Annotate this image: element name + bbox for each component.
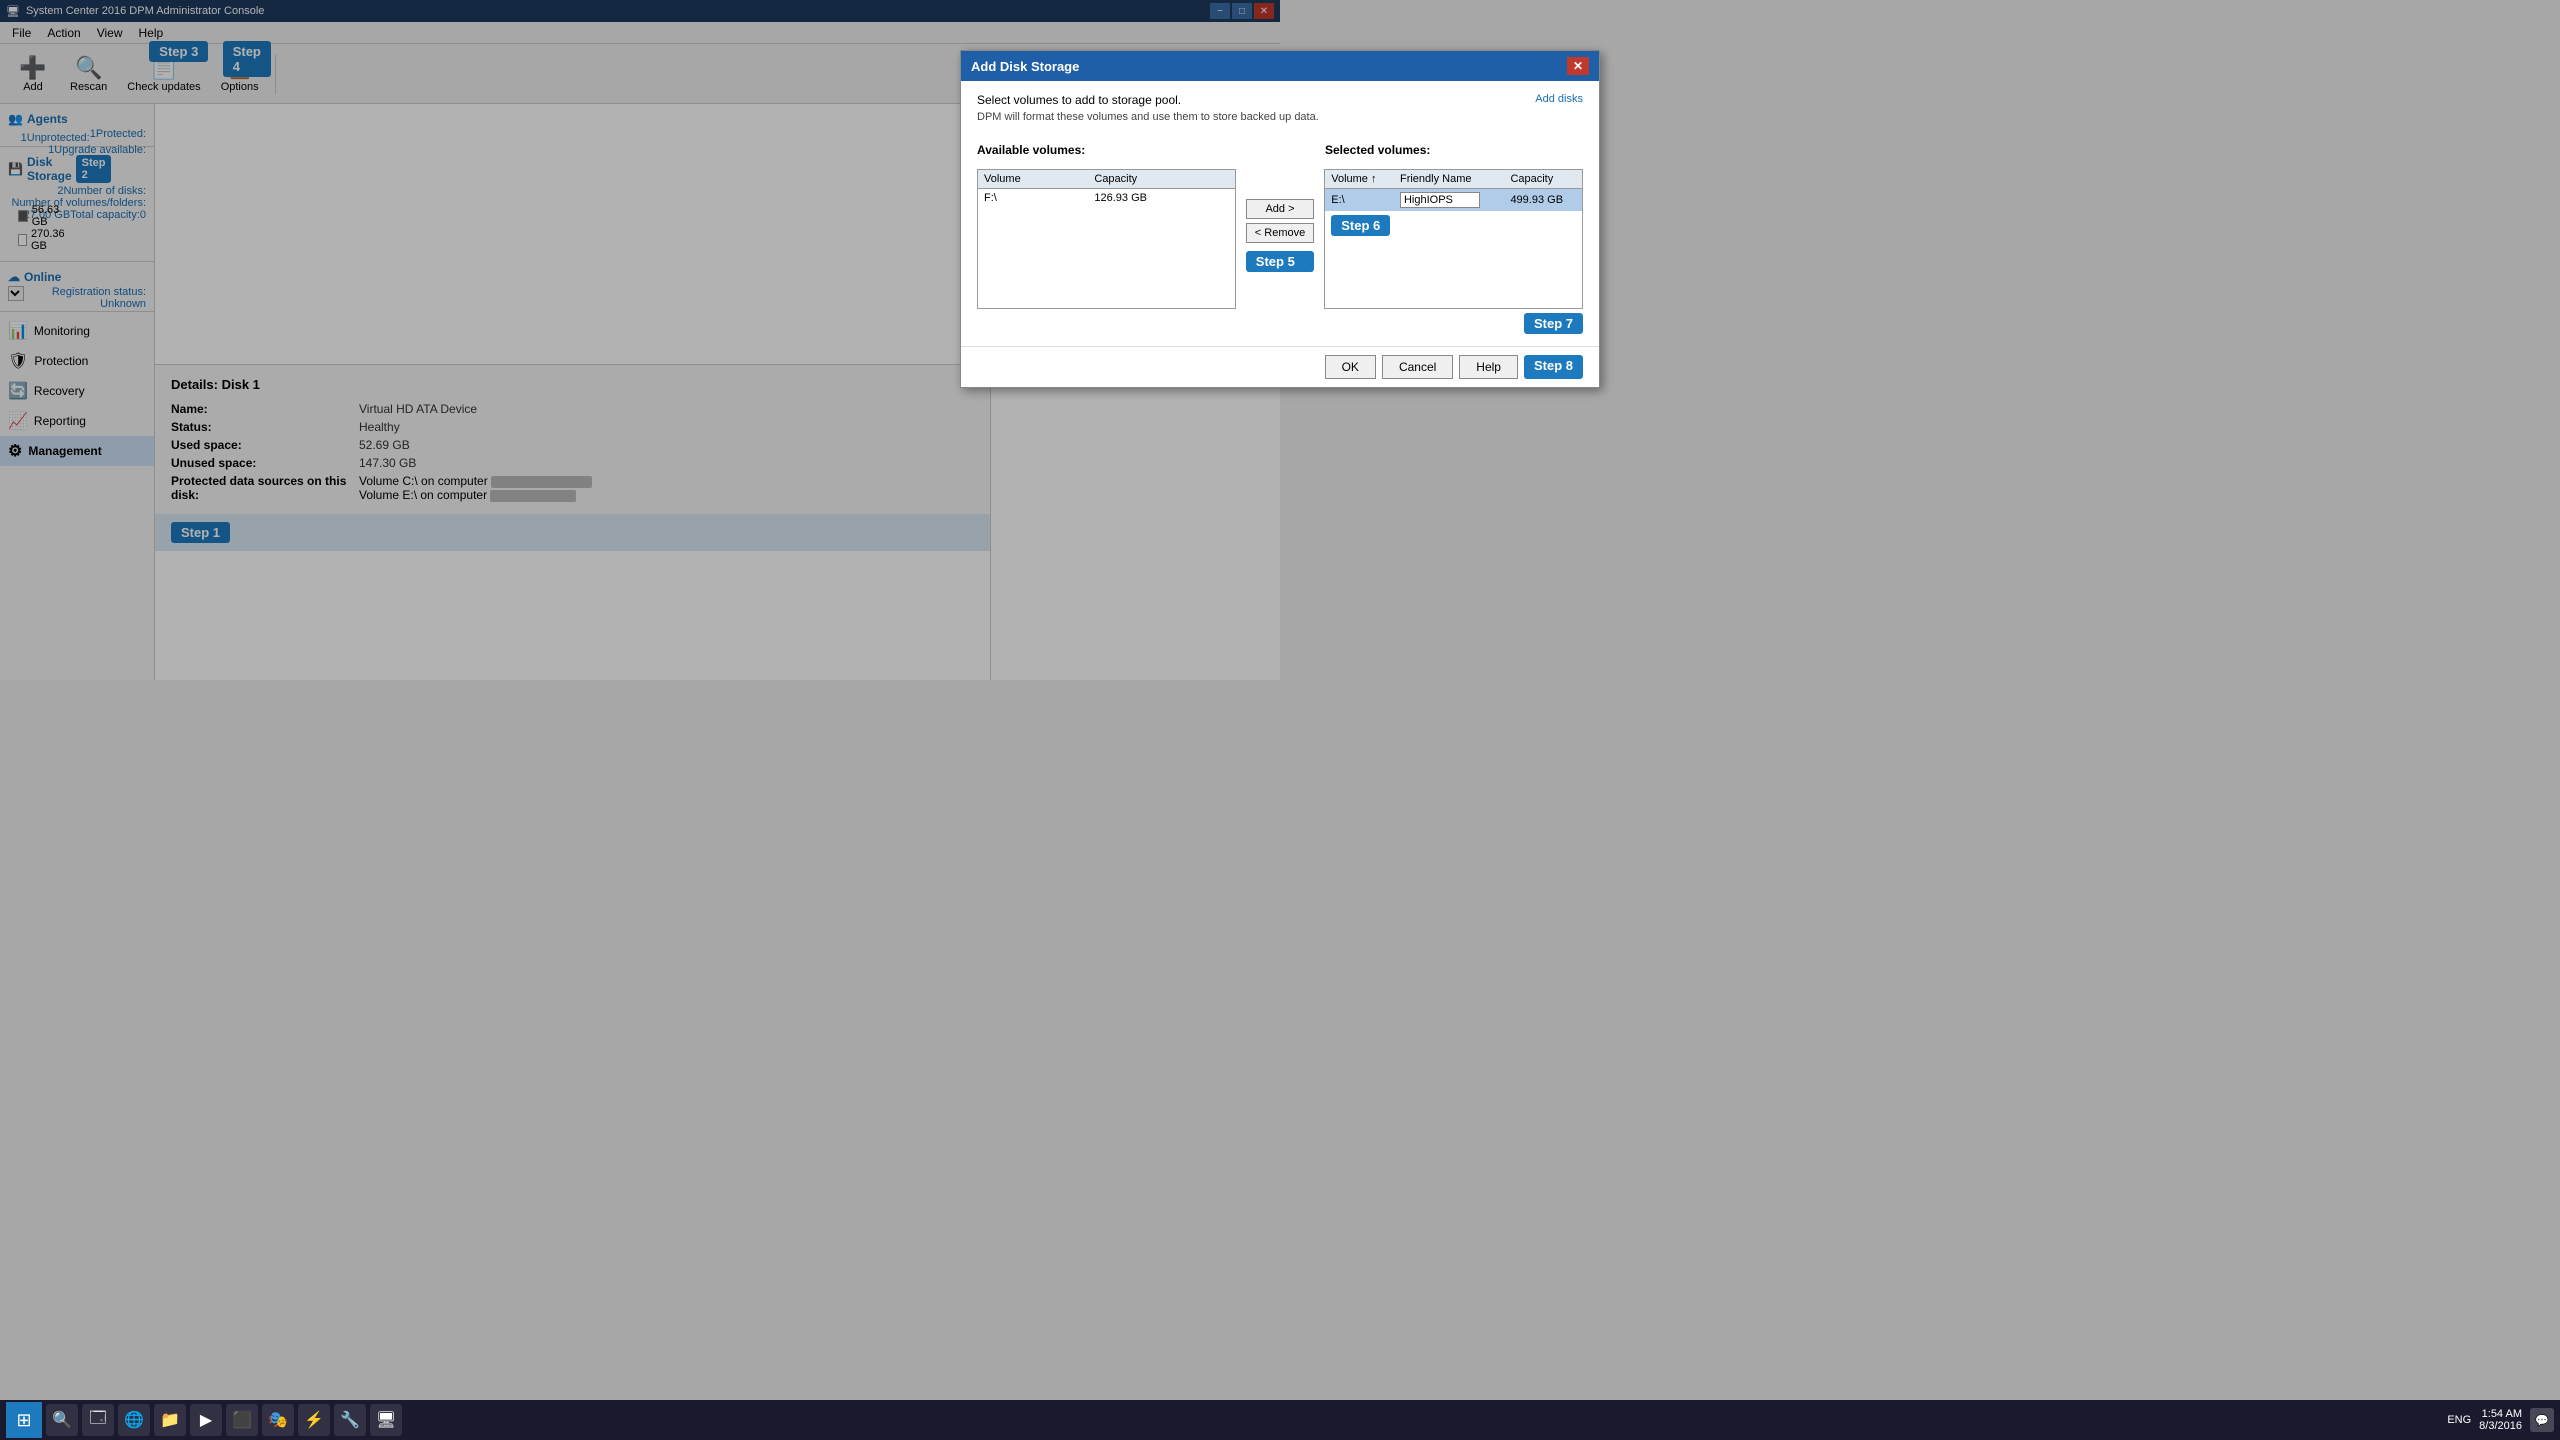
app-icon-2[interactable]: ⚡	[298, 1404, 330, 1436]
remove-volume-button[interactable]: < Remove	[1246, 223, 1314, 243]
sel-col-friendly: Friendly Name	[1394, 170, 1504, 189]
step7-badge: Step 7	[1524, 313, 1583, 334]
mid-spacer	[1245, 143, 1315, 161]
selected-section: Selected volumes:	[1325, 143, 1583, 161]
search-taskbar-icon[interactable]: 🔍	[46, 1404, 78, 1436]
taskbar-right: ENG 1:54 AM 8/3/2016 💬	[2447, 1408, 2554, 1432]
available-volumes-panel: Volume Capacity F:\ 126.93 GB	[977, 169, 1236, 309]
friendly-name-input[interactable]	[1400, 192, 1480, 208]
selected-volumes-panel: Volume ↑ Friendly Name Capacity E:\	[1324, 169, 1583, 309]
selected-label: Selected volumes:	[1325, 143, 1583, 157]
cancel-button[interactable]: Cancel	[1382, 355, 1453, 379]
available-section: Available volumes:	[977, 143, 1235, 161]
dialog-close-button[interactable]: ✕	[1567, 57, 1589, 75]
taskbar-date: 8/3/2016	[2479, 1420, 2522, 1432]
available-volumes-table: Volume Capacity F:\ 126.93 GB	[978, 170, 1235, 207]
selected-volumes-body: E:\ 499.93 GB	[1325, 189, 1582, 212]
sel-friendly-1	[1394, 189, 1504, 212]
volume-sections: Available volumes: Selected volumes:	[977, 143, 1583, 161]
add-disks-link[interactable]: Add disks	[1535, 93, 1583, 105]
step6-container: Step 6	[1325, 211, 1582, 240]
dialog-desc2: DPM will format these volumes and use th…	[977, 111, 1583, 123]
taskbar: ⊞ 🔍 🗔 🌐 📁 ▶ ⬛ 🎭 ⚡ 🔧 🖥 ENG 1:54 AM 8/3/20…	[0, 1400, 2560, 1440]
sel-cap-1: 499.93 GB	[1504, 189, 1582, 212]
selected-header-row: Volume ↑ Friendly Name Capacity	[1325, 170, 1582, 189]
cmd-icon[interactable]: ⬛	[226, 1404, 258, 1436]
notification-icon[interactable]: 💬	[2530, 1408, 2554, 1432]
vol-col-volume: Volume	[978, 170, 1088, 189]
dialog-titlebar: Add Disk Storage ✕	[961, 51, 1599, 81]
app-icon-1[interactable]: 🎭	[262, 1404, 294, 1436]
taskbar-datetime: 1:54 AM 8/3/2016	[2479, 1408, 2522, 1432]
app-icon-4[interactable]: 🖥	[370, 1404, 402, 1436]
dialog-footer: OK Cancel Help Step 8	[961, 346, 1599, 387]
taskbar-lang: ENG	[2447, 1414, 2471, 1426]
app-icon-3[interactable]: 🔧	[334, 1404, 366, 1436]
task-view-icon[interactable]: 🗔	[82, 1404, 114, 1436]
selected-volumes-table: Volume ↑ Friendly Name Capacity E:\	[1325, 170, 1582, 211]
step8-badge: Step 8	[1524, 355, 1583, 379]
sel-col-volume: Volume ↑	[1325, 170, 1394, 189]
edge-icon[interactable]: 🌐	[118, 1404, 150, 1436]
taskbar-time: 1:54 AM	[2479, 1408, 2522, 1420]
dialog-overlay: Add Disk Storage ✕ Add disks Select volu…	[0, 0, 2560, 1440]
selected-row-1[interactable]: E:\ 499.93 GB	[1325, 189, 1582, 212]
vol-panels: Volume Capacity F:\ 126.93 GB	[977, 169, 1583, 309]
dialog-title: Add Disk Storage	[971, 59, 1079, 74]
dialog-header: Add disks Select volumes to add to stora…	[977, 93, 1583, 135]
dialog-body: Add disks Select volumes to add to stora…	[961, 81, 1599, 346]
vol-mid-buttons: Add > < Remove Step 5	[1246, 169, 1314, 272]
step7-area: Step 7	[977, 313, 1583, 334]
powershell-icon[interactable]: ▶	[190, 1404, 222, 1436]
dialog-desc1: Select volumes to add to storage pool.	[977, 93, 1583, 107]
add-volume-button[interactable]: Add >	[1246, 199, 1314, 219]
add-disk-storage-dialog: Add Disk Storage ✕ Add disks Select volu…	[960, 50, 1600, 388]
available-label: Available volumes:	[977, 143, 1235, 157]
available-row-1[interactable]: F:\ 126.93 GB	[978, 189, 1235, 208]
avail-cap-1: 126.93 GB	[1088, 189, 1234, 208]
sel-vol-1: E:\	[1325, 189, 1394, 212]
help-button[interactable]: Help	[1459, 355, 1518, 379]
step5-badge: Step 5	[1246, 251, 1314, 272]
start-button[interactable]: ⊞	[6, 1402, 42, 1438]
vol-col-capacity: Capacity	[1088, 170, 1234, 189]
sel-col-capacity: Capacity	[1504, 170, 1582, 189]
explorer-icon[interactable]: 📁	[154, 1404, 186, 1436]
ok-button[interactable]: OK	[1325, 355, 1376, 379]
step6-badge: Step 6	[1331, 215, 1390, 236]
avail-vol-1: F:\	[978, 189, 1088, 208]
available-volumes-body: F:\ 126.93 GB	[978, 189, 1235, 208]
available-header-row: Volume Capacity	[978, 170, 1235, 189]
